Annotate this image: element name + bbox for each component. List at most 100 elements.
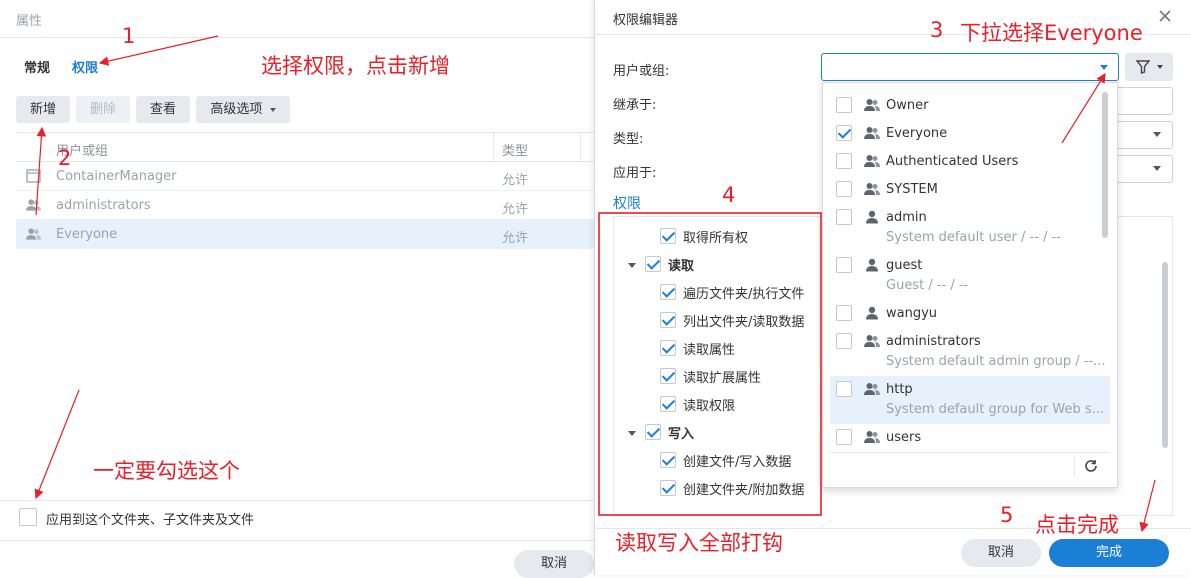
- dropdown-item[interactable]: administrators System default admin group…: [830, 328, 1110, 376]
- filter-button[interactable]: [1125, 53, 1173, 81]
- dropdown-item[interactable]: Everyone: [830, 120, 1110, 148]
- apply-to-subfolders-checkbox[interactable]: [19, 508, 37, 526]
- permission-checkbox[interactable]: [645, 256, 661, 272]
- dropdown-item-checkbox[interactable]: [836, 125, 852, 141]
- permission-label: 写入: [668, 427, 695, 442]
- dropdown-item-description: System default group for Web s...: [886, 402, 1105, 417]
- permission-checkbox[interactable]: [660, 368, 676, 384]
- inherit-label: 继承于:: [613, 98, 657, 113]
- expand-caret-icon[interactable]: [628, 263, 636, 268]
- dropdown-item-description: System default user / -- / --: [886, 230, 1061, 245]
- chevron-down-icon: [1153, 166, 1161, 171]
- permission-checkbox[interactable]: [660, 480, 676, 496]
- divider: [0, 500, 600, 501]
- table-row[interactable]: ContainerManager 允许: [16, 162, 600, 191]
- chevron-down-icon[interactable]: [1100, 65, 1108, 70]
- dialog-cancel-button[interactable]: 取消: [961, 539, 1041, 567]
- dropdown-item[interactable]: wangyu: [830, 300, 1110, 328]
- user-icon: [864, 210, 880, 224]
- dropdown-item-name: Everyone: [886, 126, 948, 141]
- permission-label: 读取权限: [683, 399, 736, 414]
- row-type: 允许: [502, 173, 529, 188]
- step-number-2: 2: [58, 146, 72, 170]
- dropdown-item-checkbox[interactable]: [836, 381, 852, 397]
- dropdown-item[interactable]: Authenticated Users: [830, 148, 1110, 176]
- group-icon: [864, 154, 880, 168]
- group-icon: [864, 430, 880, 444]
- permission-checkbox[interactable]: [645, 424, 661, 440]
- apply-to-label: 应用于:: [613, 166, 657, 181]
- tab-general[interactable]: 常规: [24, 57, 50, 76]
- permission-checkbox[interactable]: [660, 228, 676, 244]
- annotation-check-all: 读取写入全部打钩: [615, 531, 783, 555]
- dropdown-item[interactable]: admin System default user / -- / --: [830, 204, 1110, 252]
- delete-button[interactable]: 删除: [76, 96, 130, 123]
- row-name: ContainerManager: [56, 169, 177, 184]
- cancel-button[interactable]: 取消: [514, 550, 594, 578]
- dropdown-item-checkbox[interactable]: [836, 257, 852, 273]
- permission-checkbox[interactable]: [660, 340, 676, 356]
- dropdown-item-checkbox[interactable]: [836, 97, 852, 113]
- step-number-5: 5: [1000, 503, 1014, 527]
- row-name: administrators: [56, 198, 151, 213]
- view-button[interactable]: 查看: [136, 96, 190, 123]
- permissions-table-header: 用户或组 类型: [16, 132, 600, 162]
- dropdown-item[interactable]: http System default group for Web s...: [830, 376, 1110, 424]
- scrollbar[interactable]: [1162, 262, 1168, 448]
- annotation-select-permission: 选择权限，点击新增: [261, 54, 450, 78]
- permissions-heading: 权限: [613, 196, 641, 212]
- group-icon: [864, 382, 880, 396]
- dropdown-item-checkbox[interactable]: [836, 429, 852, 445]
- dropdown-item[interactable]: SYSTEM: [830, 176, 1110, 204]
- permission-label: 取得所有权: [683, 231, 749, 246]
- permission-label: 遍历文件夹/执行文件: [683, 287, 805, 302]
- dropdown-item-name: Authenticated Users: [886, 154, 1019, 169]
- advanced-options-button[interactable]: 高级选项: [196, 96, 290, 123]
- annotation-click-done: 点击完成: [1035, 513, 1119, 537]
- group-icon: [864, 334, 880, 348]
- permission-checkbox[interactable]: [660, 284, 676, 300]
- user-icon: [864, 258, 880, 272]
- column-type: 类型: [502, 144, 529, 159]
- row-name: Everyone: [56, 227, 118, 242]
- user-icon: [864, 306, 880, 320]
- group-icon: [864, 126, 880, 140]
- dropdown-item-name: Owner: [886, 98, 929, 113]
- divider: [1074, 456, 1075, 476]
- permission-label: 创建文件/写入数据: [683, 455, 792, 470]
- permission-label: 创建文件夹/附加数据: [683, 483, 805, 498]
- dropdown-item[interactable]: users: [830, 424, 1110, 452]
- step-number-3: 3: [930, 18, 944, 42]
- user-group-combobox[interactable]: [821, 53, 1119, 81]
- table-row[interactable]: administrators 允许: [16, 191, 600, 220]
- dropdown-item-description: System default admin group / --...: [886, 354, 1106, 369]
- dropdown-item-checkbox[interactable]: [836, 153, 852, 169]
- dialog-title: 权限编辑器: [613, 13, 679, 28]
- dropdown-item-checkbox[interactable]: [836, 305, 852, 321]
- dropdown-item-name: wangyu: [886, 306, 938, 321]
- add-button[interactable]: 新增: [16, 96, 70, 123]
- permission-label: 读取属性: [683, 343, 736, 358]
- done-button[interactable]: 完成: [1049, 539, 1169, 567]
- properties-window: 属性 常规 权限 新增 删除 查看 高级选项 用户或组 类型 Container…: [0, 0, 600, 578]
- permission-checkbox[interactable]: [660, 396, 676, 412]
- dropdown-item-checkbox[interactable]: [836, 209, 852, 225]
- dropdown-item[interactable]: guest Guest / -- / --: [830, 252, 1110, 300]
- dropdown-item-checkbox[interactable]: [836, 181, 852, 197]
- dropdown-item[interactable]: Owner: [830, 92, 1110, 120]
- tab-permissions[interactable]: 权限: [72, 57, 98, 76]
- dropdown-item-name: guest: [886, 258, 923, 273]
- permission-checkbox[interactable]: [660, 312, 676, 328]
- advanced-options-label: 高级选项: [210, 102, 263, 117]
- column-divider: [493, 133, 494, 161]
- expand-caret-icon[interactable]: [628, 431, 636, 436]
- table-row[interactable]: Everyone 允许: [16, 220, 600, 249]
- annotation-select-everyone: 下拉选择Everyone: [960, 21, 1143, 45]
- refresh-icon[interactable]: [1084, 459, 1098, 473]
- divider: [830, 452, 1110, 453]
- permission-checkbox[interactable]: [660, 452, 676, 468]
- dropdown-item-checkbox[interactable]: [836, 333, 852, 349]
- close-icon[interactable]: [1159, 10, 1171, 22]
- group-icon: [864, 98, 880, 112]
- chevron-down-icon: [1153, 132, 1161, 137]
